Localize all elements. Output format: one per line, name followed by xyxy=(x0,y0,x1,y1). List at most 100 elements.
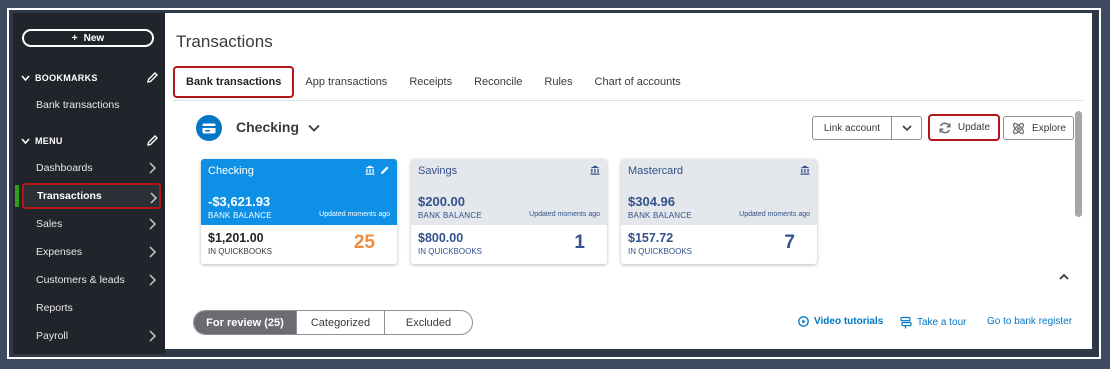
sidebar-item-customers-leads[interactable]: Customers & leads xyxy=(13,267,165,293)
bookmark-item-bank-transactions[interactable]: Bank transactions xyxy=(13,92,165,118)
bank-balance: -$3,621.93 xyxy=(208,194,271,209)
transaction-count: 7 xyxy=(784,232,795,253)
explore-button[interactable]: Explore xyxy=(1003,116,1074,140)
card-footer: $800.00 IN QUICKBOOKS 1 xyxy=(411,225,607,264)
bank-account-icon xyxy=(196,115,222,141)
tab-excluded[interactable]: Excluded xyxy=(384,311,472,334)
card-header: Checking -$3,621.93 BANK BALANCE Updated… xyxy=(201,159,397,225)
account-card-checking[interactable]: Checking -$3,621.93 BANK BALANCE Updated… xyxy=(201,159,397,264)
link-account-button[interactable]: Link account xyxy=(812,116,892,140)
divider xyxy=(173,100,1083,101)
update-button[interactable]: Update xyxy=(928,114,1000,141)
take-a-tour-label: Take a tour xyxy=(917,317,967,328)
menu-label: MENU xyxy=(35,136,63,146)
card-account-name: Checking xyxy=(208,165,254,177)
chevron-down-icon xyxy=(901,125,912,132)
card-footer: $157.72 IN QUICKBOOKS 7 xyxy=(621,225,817,264)
atom-icon xyxy=(1012,122,1025,134)
tab-for-review[interactable]: For review (25) xyxy=(194,311,296,334)
quickbooks-balance: $157.72 xyxy=(628,231,674,245)
updated-status: Updated moments ago xyxy=(529,211,600,218)
chevron-right-icon xyxy=(147,162,157,174)
sidebar-item-label: Customers & leads xyxy=(36,274,125,286)
menu-header[interactable]: MENU xyxy=(21,131,159,151)
bank-icon xyxy=(590,165,600,175)
chevron-right-icon xyxy=(147,274,157,286)
transaction-count: 25 xyxy=(353,232,375,253)
chevron-down-icon[interactable] xyxy=(307,121,321,135)
card-account-name: Mastercard xyxy=(628,165,684,177)
tab-bar: Bank transactions App transactions Recei… xyxy=(173,66,692,98)
explore-label: Explore xyxy=(1032,122,1066,134)
tab-app-transactions[interactable]: App transactions xyxy=(294,67,398,97)
sidebar-item-transactions[interactable]: Transactions xyxy=(15,183,161,209)
video-tutorials-label: Video tutorials xyxy=(814,316,884,327)
review-segmented-control: For review (25) Categorized Excluded xyxy=(193,310,473,335)
app-window: + New BOOKMARKS Bank transactions MENU D… xyxy=(13,13,1092,354)
new-button[interactable]: + New xyxy=(22,29,154,47)
sidebar-item-expenses[interactable]: Expenses xyxy=(13,239,165,265)
left-nav: + New BOOKMARKS Bank transactions MENU D… xyxy=(13,13,165,354)
link-account-dropdown[interactable] xyxy=(891,116,922,140)
sidebar-item-payroll[interactable]: Payroll xyxy=(13,323,165,349)
bank-balance: $304.96 xyxy=(628,194,675,209)
tab-chart-of-accounts[interactable]: Chart of accounts xyxy=(584,67,692,97)
chevron-down-icon xyxy=(21,136,35,146)
sidebar-item-reports[interactable]: Reports xyxy=(13,295,165,321)
sidebar-item-label: Sales xyxy=(36,218,63,230)
card-account-name: Savings xyxy=(418,165,458,177)
tab-bank-transactions[interactable]: Bank transactions xyxy=(173,66,295,98)
window-bottom-edge xyxy=(165,349,1092,354)
sidebar-item-sales[interactable]: Sales xyxy=(13,211,165,237)
tab-categorized[interactable]: Categorized xyxy=(296,311,384,334)
account-card-mastercard[interactable]: Mastercard $304.96 BANK BALANCE Updated … xyxy=(621,159,817,264)
quickbooks-balance: $800.00 xyxy=(418,231,464,245)
play-circle-icon xyxy=(798,316,809,327)
sidebar-item-label: Dashboards xyxy=(36,162,93,174)
bank-balance-label: BANK BALANCE xyxy=(418,211,482,220)
signpost-icon xyxy=(900,316,912,329)
main-content: Transactions Bank transactions App trans… xyxy=(165,13,1092,354)
collapse-chevron-up-icon[interactable] xyxy=(1057,270,1071,284)
bank-balance-label: BANK BALANCE xyxy=(208,211,272,220)
link-account-label: Link account xyxy=(823,122,881,134)
chevron-right-icon xyxy=(148,192,158,204)
scrollbar[interactable] xyxy=(1075,111,1082,217)
tab-receipts[interactable]: Receipts xyxy=(398,67,463,97)
transaction-count: 1 xyxy=(574,232,585,253)
bookmarks-label: BOOKMARKS xyxy=(35,73,98,83)
chevron-down-icon xyxy=(21,73,35,83)
go-to-bank-register-link[interactable]: Go to bank register xyxy=(987,316,1072,327)
pencil-icon[interactable] xyxy=(146,71,159,84)
quickbooks-balance-label: IN QUICKBOOKS xyxy=(628,247,693,256)
chevron-right-icon xyxy=(147,330,157,342)
card-icons xyxy=(365,165,390,175)
card-header: Savings $200.00 BANK BALANCE Updated mom… xyxy=(411,159,607,225)
card-header: Mastercard $304.96 BANK BALANCE Updated … xyxy=(621,159,817,225)
bank-icon xyxy=(365,165,375,175)
bank-balance: $200.00 xyxy=(418,194,465,209)
card-footer: $1,201.00 IN QUICKBOOKS 25 xyxy=(201,225,397,264)
sidebar-item-label: Expenses xyxy=(36,246,83,258)
refresh-icon xyxy=(939,122,951,133)
account-card-savings[interactable]: Savings $200.00 BANK BALANCE Updated mom… xyxy=(411,159,607,264)
pencil-icon[interactable] xyxy=(380,165,390,175)
card-icons xyxy=(800,165,810,175)
updated-status: Updated moments ago xyxy=(319,211,390,218)
pencil-icon[interactable] xyxy=(146,134,159,147)
updated-status: Updated moments ago xyxy=(739,211,810,218)
tab-rules[interactable]: Rules xyxy=(533,67,583,97)
video-tutorials-link[interactable]: Video tutorials xyxy=(798,316,883,327)
take-a-tour-link[interactable]: Take a tour xyxy=(900,316,966,329)
sidebar-item-dashboards[interactable]: Dashboards xyxy=(13,155,165,181)
bank-icon xyxy=(800,165,810,175)
bookmarks-header[interactable]: BOOKMARKS xyxy=(21,68,159,88)
chevron-right-icon xyxy=(147,246,157,258)
account-selector[interactable]: Checking xyxy=(236,119,299,135)
sidebar-item-label: Reports xyxy=(36,302,73,314)
chevron-right-icon xyxy=(147,218,157,230)
new-button-label: New xyxy=(83,32,105,44)
quickbooks-balance-label: IN QUICKBOOKS xyxy=(418,247,483,256)
tab-reconcile[interactable]: Reconcile xyxy=(463,67,533,97)
card-icons xyxy=(590,165,600,175)
